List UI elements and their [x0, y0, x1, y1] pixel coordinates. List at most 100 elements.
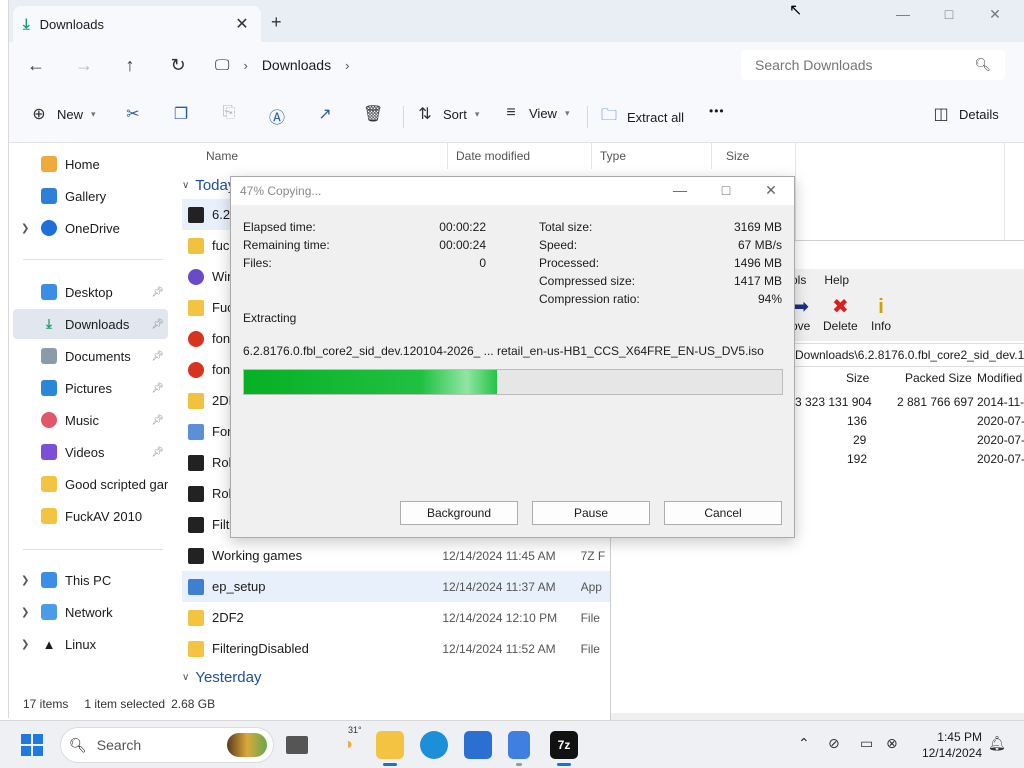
pin-icon[interactable]: 📌︎ — [151, 287, 164, 298]
search-box[interactable]: 🔍︎ — [741, 50, 1005, 80]
sort-button[interactable]: ⇅ Sort ▾ — [415, 104, 479, 124]
details-button[interactable]: ◫ Details — [931, 104, 998, 124]
sidebar-item-videos[interactable]: Videos 📌︎ — [13, 437, 168, 467]
cancel-button[interactable]: Cancel — [664, 501, 782, 525]
column-modified[interactable]: Modified — [977, 371, 1022, 385]
group-yesterday[interactable]: ∨ Yesterday — [182, 669, 262, 686]
paste-button[interactable]: ⎘ — [219, 104, 239, 122]
file-row[interactable]: Working games 12/14/2024 11:45 AM 7Z F — [182, 540, 619, 571]
cut-button[interactable]: ✂ — [123, 104, 143, 124]
breadcrumb[interactable]: 🖵 › Downloads › — [215, 50, 725, 80]
folder-icon — [188, 299, 204, 316]
search-input[interactable] — [755, 57, 955, 73]
sidebar-item-home[interactable]: Home — [13, 149, 168, 179]
pin-icon[interactable]: 📌︎ — [151, 383, 164, 394]
copy-button[interactable]: ❐ — [171, 104, 191, 124]
pin-icon[interactable]: 📌︎ — [151, 415, 164, 426]
monitor-icon[interactable]: 🖵 — [215, 57, 229, 74]
tab-downloads[interactable]: ⤓ Downloads ✕ — [13, 6, 261, 42]
7zip-taskbar-icon[interactable]: 7z — [550, 731, 578, 759]
sidebar-item-pictures[interactable]: Pictures 📌︎ — [13, 373, 168, 403]
chevron-right-icon[interactable]: ❯ — [21, 607, 29, 618]
rename-button[interactable]: Ⓐ — [267, 104, 287, 128]
sidebar-item-documents[interactable]: Documents 📌︎ — [13, 341, 168, 371]
column-size[interactable]: Size — [718, 143, 796, 169]
sidebar-item-good-scripted[interactable]: Good scripted gam — [13, 469, 168, 499]
view-button[interactable]: ≡ View ▾ — [501, 104, 569, 122]
column-date-modified[interactable]: Date modified — [448, 143, 592, 169]
tab-bar: ⤓ Downloads ✕ + — □ ✕ — [9, 0, 1024, 42]
taskbar-search[interactable]: 🔍︎ Search — [60, 727, 274, 763]
sidebar-item-downloads[interactable]: ⤓ Downloads 📌︎ — [13, 309, 168, 339]
weather-widget[interactable]: ◑ 31° — [334, 725, 362, 759]
task-view-icon[interactable] — [286, 736, 308, 754]
weather-temp: 31° — [348, 725, 362, 735]
chevron-right-icon[interactable]: ❯ — [21, 575, 29, 586]
notification-bell-icon[interactable]: 🔔︎ — [988, 735, 1006, 752]
file-row[interactable]: 2DF2 12/14/2024 12:10 PM File — [182, 602, 619, 633]
store-icon[interactable] — [464, 731, 492, 759]
sidebar-item-linux[interactable]: ❯ ▲ Linux — [13, 629, 168, 659]
taskbar: 🔍︎ Search ◑ 31° 7z ⌃ ⊘ ▭ ⊗ 1:45 PM 12/14… — [0, 720, 1024, 768]
volume-muted-icon[interactable]: ⊗ — [886, 735, 898, 752]
maximize-icon[interactable]: □ — [929, 6, 969, 22]
row-size: 136 — [847, 414, 868, 428]
details-pane-icon: ◫ — [933, 106, 949, 123]
group-today[interactable]: ∨ Today — [182, 177, 235, 194]
edge-browser-icon[interactable] — [420, 731, 448, 759]
show-hidden-icons-chevron-icon[interactable]: ⌃ — [798, 735, 810, 752]
minimize-icon[interactable]: — — [665, 182, 695, 198]
sidebar-item-network[interactable]: ❯ Network — [13, 597, 168, 627]
forward-arrow-icon[interactable]: → — [69, 52, 99, 78]
sidebar-label: FuckAV 2010 — [65, 508, 143, 524]
close-window-icon[interactable]: ✕ — [975, 6, 1015, 23]
column-type[interactable]: Type — [592, 143, 712, 169]
maximize-icon[interactable]: □ — [711, 182, 741, 198]
pause-button[interactable]: Pause — [532, 501, 650, 525]
sidebar-item-desktop[interactable]: Desktop 📌︎ — [13, 277, 168, 307]
file-row[interactable]: ep_setup 12/14/2024 11:37 AM App — [182, 571, 619, 602]
close-icon[interactable]: ✕ — [756, 182, 786, 199]
breadcrumb-downloads[interactable]: Downloads — [262, 57, 331, 73]
chevron-right-icon[interactable]: › — [345, 58, 349, 73]
column-packed-size[interactable]: Packed Size — [905, 371, 972, 385]
back-arrow-icon[interactable]: ← — [21, 52, 51, 78]
system-clock[interactable]: 1:45 PM 12/14/2024 — [912, 729, 982, 761]
column-name[interactable]: Name — [198, 143, 448, 169]
sidebar-item-fuckav[interactable]: FuckAV 2010 — [13, 501, 168, 531]
divider — [23, 549, 163, 550]
share-button[interactable]: ↗ — [315, 104, 335, 124]
pin-icon[interactable]: 📌︎ — [151, 351, 164, 362]
sidebar-item-music[interactable]: Music 📌︎ — [13, 405, 168, 435]
sidebar-item-onedrive[interactable]: ❯ OneDrive — [13, 213, 168, 243]
extract-all-button[interactable]: 🗀︎ Extract all — [599, 104, 684, 131]
sidebar-item-gallery[interactable]: Gallery — [13, 181, 168, 211]
start-windows-icon[interactable] — [18, 731, 46, 759]
menu-help[interactable]: Help — [824, 273, 849, 287]
dialog-title-bar[interactable]: 47% Copying... — [231, 177, 794, 205]
up-arrow-icon[interactable]: ↑ — [115, 52, 145, 78]
minimize-icon[interactable]: — — [883, 6, 923, 22]
delete-button[interactable]: 🗑︎ — [363, 104, 383, 124]
new-button[interactable]: ⊕ New ▾ — [29, 104, 95, 124]
monitor-icon[interactable]: ▭ — [860, 735, 873, 752]
sidebar-item-this-pc[interactable]: ❯ This PC — [13, 565, 168, 595]
item-count: 17 items — [23, 696, 69, 711]
close-tab-icon[interactable]: ✕ — [233, 14, 251, 34]
delete-button[interactable]: ✖ Delete — [823, 295, 858, 333]
app-icon — [188, 361, 204, 378]
more-options-button[interactable]: ••• — [709, 104, 725, 118]
info-button[interactable]: i Info — [871, 295, 891, 333]
background-button[interactable]: Background — [400, 501, 518, 525]
chevron-right-icon[interactable]: ❯ — [21, 223, 29, 234]
file-explorer-taskbar-icon[interactable] — [376, 731, 404, 759]
network-disconnected-icon[interactable]: ⊘ — [828, 735, 840, 752]
pin-icon[interactable]: 📌︎ — [151, 319, 164, 330]
pin-icon[interactable]: 📌︎ — [151, 447, 164, 458]
file-row[interactable]: FilteringDisabled 12/14/2024 11:52 AM Fi… — [182, 633, 619, 664]
chevron-right-icon[interactable]: ❯ — [21, 639, 29, 650]
refresh-icon[interactable]: ↻ — [163, 52, 193, 78]
column-size[interactable]: Size — [846, 371, 869, 385]
notepad-icon[interactable] — [508, 731, 530, 759]
new-tab-icon[interactable]: + — [271, 12, 282, 33]
